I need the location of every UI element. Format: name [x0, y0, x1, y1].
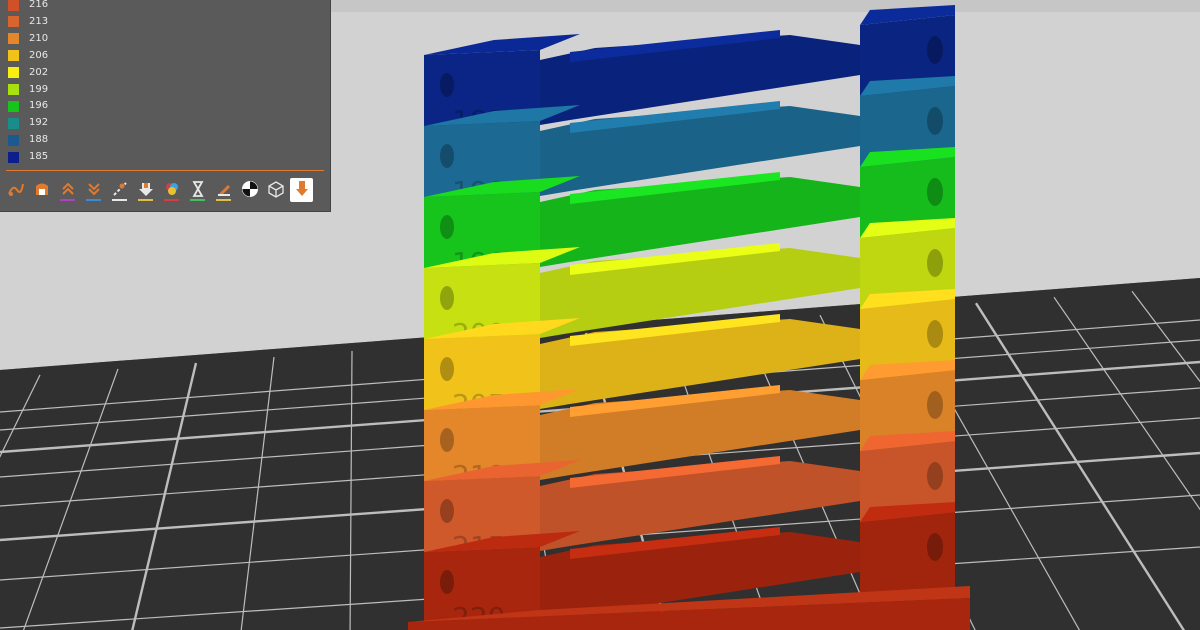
tier-hole [927, 107, 943, 135]
tier-hole [927, 533, 943, 561]
legend-swatch [8, 16, 19, 28]
tier-hole [440, 215, 454, 239]
legend-label: 213 [29, 15, 49, 27]
tier-hole [440, 286, 454, 310]
toggle-color-underline [112, 199, 127, 201]
legend-swatch [8, 117, 19, 129]
shells-icon [267, 178, 285, 202]
legend-item: 199 [8, 83, 48, 97]
legend-label: 210 [29, 32, 49, 44]
legend-label: 199 [29, 83, 49, 95]
legend-item: 192 [8, 116, 48, 130]
legend-item: 206 [8, 49, 48, 63]
tool-marker-icon [293, 178, 311, 202]
legend-swatch [8, 33, 19, 45]
shells-toggle[interactable] [264, 178, 287, 202]
legend-swatch [8, 100, 19, 112]
color-changes-toggle[interactable] [160, 178, 183, 202]
wipe-icon [33, 178, 51, 202]
toggle-color-underline [216, 199, 231, 201]
legend-item: 216 [8, 0, 48, 12]
legend-label: 192 [29, 117, 49, 129]
custom-gcode-toggle[interactable] [212, 178, 235, 202]
retractions-toggle[interactable] [56, 178, 79, 202]
legend-label: 188 [29, 134, 49, 146]
toggle-color-underline [190, 199, 205, 201]
tier-hole [440, 144, 454, 168]
tier-hole [440, 499, 454, 523]
legend-label: 216 [29, 0, 49, 10]
legend-panel: 216 213 210 206 202 199 196 192 188 185 [0, 0, 331, 212]
toggle-color-underline [86, 199, 101, 201]
legend-item: 210 [8, 32, 48, 46]
toggle-color-underline [138, 199, 153, 201]
legend-item: 185 [8, 150, 48, 164]
tier-hole [440, 428, 454, 452]
deretractions-toggle[interactable] [82, 178, 105, 202]
travel-toggle[interactable] [4, 178, 27, 202]
tier-hole [927, 320, 943, 348]
toggle-color-underline [164, 199, 179, 201]
legend-label: 202 [29, 66, 49, 78]
toggle-color-underline [60, 199, 75, 201]
seams-toggle[interactable] [108, 178, 131, 202]
tier-hole [440, 73, 454, 97]
legend-swatch [8, 84, 19, 95]
legend-swatch [8, 50, 19, 62]
legend-label: 196 [29, 100, 49, 112]
tool-changes-toggle[interactable] [134, 178, 157, 202]
tier-hole [440, 357, 454, 381]
tier-hole [927, 178, 943, 206]
center-of-gravity-icon [241, 178, 259, 202]
legend-item: 196 [8, 99, 48, 113]
center-of-gravity-toggle[interactable] [238, 178, 261, 202]
tier-hole [927, 36, 943, 64]
legend-divider [6, 170, 324, 171]
legend-swatch [8, 67, 19, 79]
tier-hole [927, 462, 943, 490]
legend-swatch [8, 0, 19, 11]
legend-swatch [8, 151, 19, 163]
tier-hole [927, 249, 943, 277]
travel-icon [7, 178, 25, 202]
tool-marker-toggle[interactable] [290, 178, 313, 202]
legend-swatch [8, 134, 19, 146]
legend-item: 188 [8, 133, 48, 147]
tier-hole [927, 391, 943, 419]
legend-item: 202 [8, 66, 48, 80]
wipe-toggle[interactable] [30, 178, 53, 202]
pause-prints-toggle[interactable] [186, 178, 209, 202]
view-options-toolbar [4, 178, 313, 204]
legend-label: 185 [29, 151, 49, 163]
legend-label: 206 [29, 49, 49, 61]
legend-item: 213 [8, 15, 48, 29]
tier-hole [440, 570, 454, 594]
